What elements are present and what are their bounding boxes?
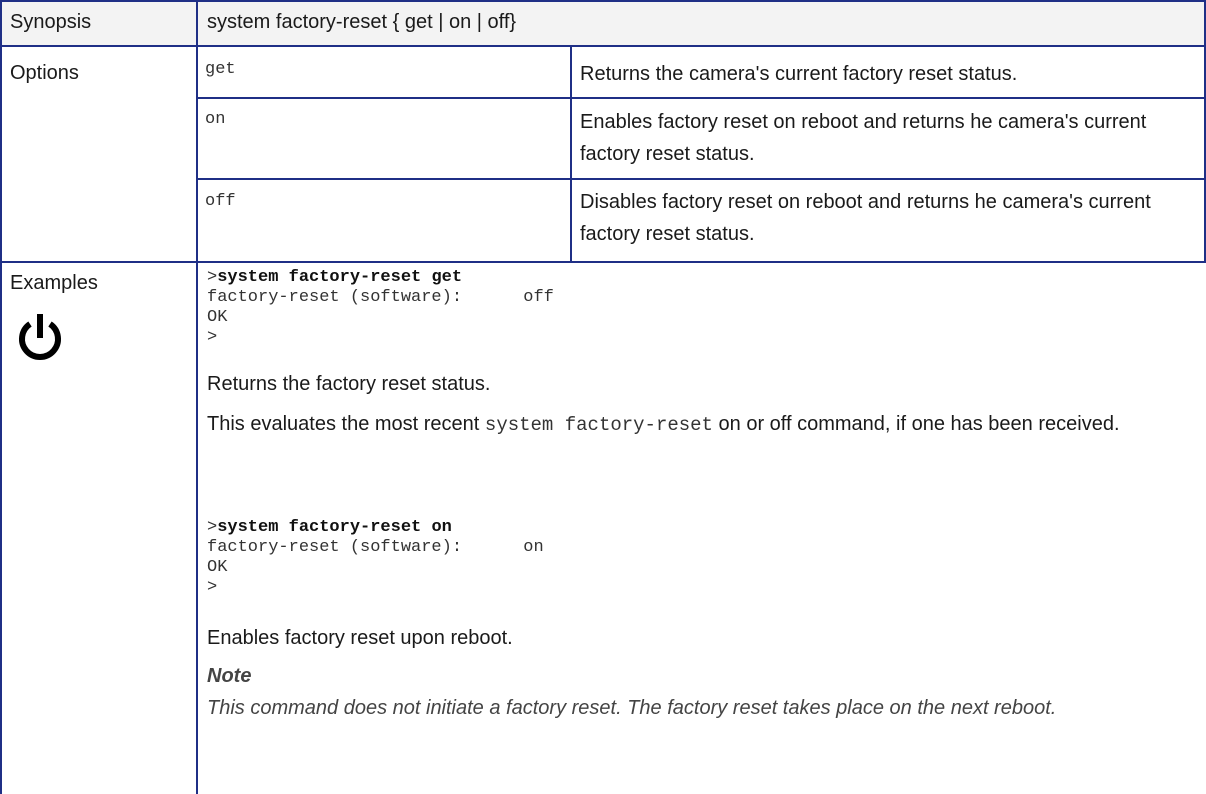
example-2-code: >system factory-reset on factory-reset (… bbox=[207, 518, 544, 598]
output-line: factory-reset (software): off bbox=[207, 288, 554, 307]
synopsis-text: system factory-reset { get | on | off} bbox=[207, 11, 517, 33]
prompt: > bbox=[207, 518, 218, 537]
note-title: Note bbox=[207, 665, 252, 687]
command: system factory-reset on bbox=[217, 518, 452, 537]
option-name: on bbox=[205, 110, 226, 129]
option-name: get bbox=[205, 60, 236, 79]
power-icon bbox=[19, 314, 61, 360]
table-border bbox=[196, 97, 1206, 99]
output-line: OK bbox=[207, 558, 228, 577]
examples-label: Examples bbox=[10, 272, 98, 294]
inline-code: system factory-reset bbox=[484, 414, 713, 436]
example-1-code: >system factory-reset get factory-reset … bbox=[207, 268, 554, 348]
table-border bbox=[196, 0, 198, 794]
text: on or off command, if one has been recei… bbox=[712, 413, 1120, 435]
synopsis-row: Synopsis system factory-reset { get | on… bbox=[0, 0, 1206, 46]
command: system factory-reset get bbox=[217, 268, 463, 287]
table-border bbox=[570, 46, 572, 262]
table-border bbox=[0, 0, 1206, 2]
table-border bbox=[196, 178, 1206, 180]
evaluation-note: This evaluates the most recent system fa… bbox=[207, 408, 1197, 441]
table-border bbox=[0, 261, 1206, 263]
output-line: > bbox=[207, 328, 218, 347]
table-border bbox=[0, 45, 1206, 47]
options-label: Options bbox=[10, 62, 79, 84]
option-desc: Returns the camera's current factory res… bbox=[580, 63, 1018, 85]
output-line: > bbox=[207, 578, 218, 597]
example-2-desc: Enables factory reset upon reboot. bbox=[207, 627, 513, 649]
example-1-desc: Returns the factory reset status. bbox=[207, 373, 491, 395]
text: This evaluates the most recent bbox=[207, 413, 485, 435]
prompt: > bbox=[207, 268, 218, 287]
synopsis-label: Synopsis bbox=[10, 11, 92, 33]
table-border bbox=[0, 0, 2, 794]
option-name: off bbox=[205, 192, 236, 211]
output-line: factory-reset (software): on bbox=[207, 538, 544, 557]
note-body: This command does not initiate a factory… bbox=[207, 697, 1057, 719]
option-desc: Disables factory reset on reboot and ret… bbox=[580, 191, 1151, 245]
option-desc: Enables factory reset on reboot and retu… bbox=[580, 111, 1147, 165]
output-line: OK bbox=[207, 308, 228, 327]
